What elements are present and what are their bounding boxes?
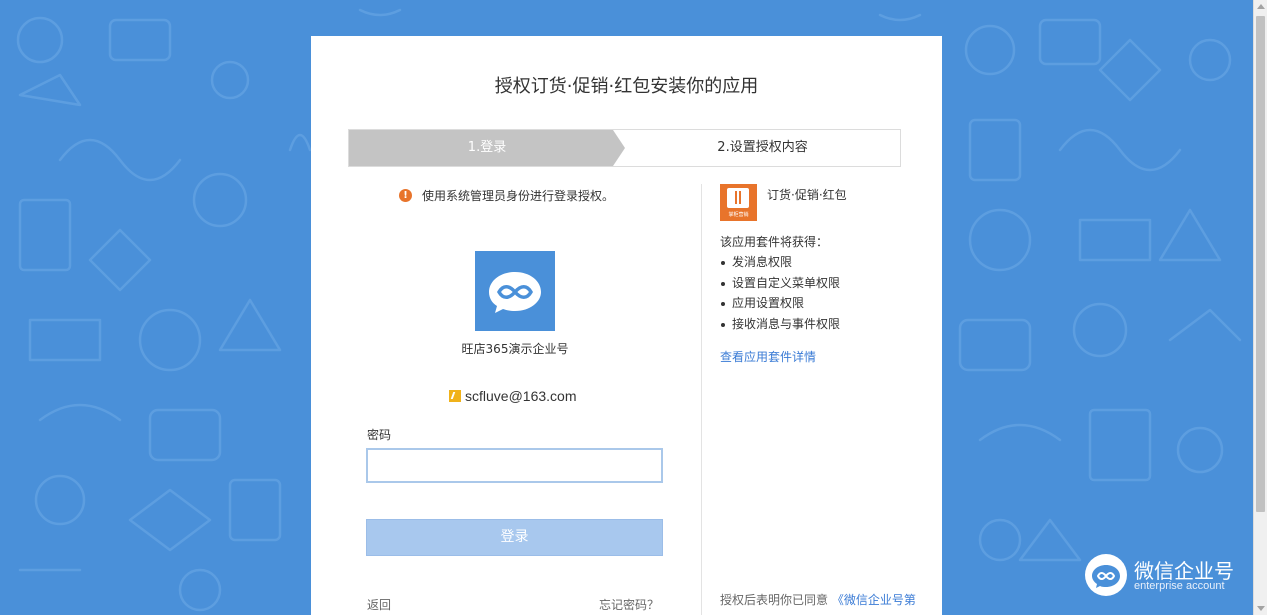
vertical-scrollbar[interactable]	[1253, 0, 1267, 615]
permission-item: 发消息权限	[720, 252, 840, 273]
agreement-link[interactable]: 《微信企业号第	[832, 593, 916, 607]
permissions-list: 发消息权限 设置自定义菜单权限 应用设置权限 接收消息与事件权限	[720, 252, 840, 334]
permission-item: 设置自定义菜单权限	[720, 273, 840, 294]
wechat-work-brand: 微信企业号 enterprise account	[1085, 553, 1235, 597]
permission-item: 应用设置权限	[720, 293, 840, 314]
step-arrow	[613, 130, 625, 166]
scroll-down-icon[interactable]	[1254, 601, 1267, 615]
app-logo-icon: 掌柜营销	[720, 184, 757, 221]
app-name: 订货·促销·红包	[767, 188, 847, 202]
scroll-thumb[interactable]	[1256, 16, 1265, 512]
permission-item: 接收消息与事件权限	[720, 314, 840, 335]
wechat-work-brand-icon	[1085, 554, 1127, 596]
step-login: 1.登录	[349, 130, 625, 166]
app-logo-caption: 掌柜营销	[728, 212, 749, 218]
admin-notice-text: 使用系统管理员身份进行登录授权。	[422, 188, 615, 203]
account-bolt-icon	[449, 390, 461, 402]
scroll-up-icon[interactable]	[1254, 0, 1267, 14]
auth-card: 授权订货·促销·红包安装你的应用 1.登录 2.设置授权内容 ! 使用系统管理员…	[311, 36, 942, 615]
agreement-text: 授权后表明你已同意	[720, 593, 829, 607]
permissions-heading: 该应用套件将获得：	[720, 235, 829, 249]
forgot-password-link[interactable]: 忘记密码？	[599, 596, 659, 613]
step-indicator: 1.登录 2.设置授权内容	[348, 129, 901, 167]
app-details-link[interactable]: 查看应用套件详情	[720, 348, 816, 365]
exclamation-circle-icon: !	[399, 188, 412, 202]
brand-subtitle: enterprise account	[1134, 580, 1225, 592]
login-button[interactable]: 登录	[366, 519, 663, 556]
password-input[interactable]	[366, 448, 663, 483]
brand-logo-graphic	[1092, 565, 1120, 588]
password-label: 密码	[367, 428, 392, 442]
account-line: scfluve@163.com	[449, 387, 576, 405]
account-email: scfluve@163.com	[465, 388, 577, 404]
wechat-work-logo-icon	[475, 251, 555, 331]
page-title: 授权订货·促销·红包安装你的应用	[494, 76, 759, 97]
corp-name: 旺店365演示企业号	[461, 342, 569, 356]
back-link[interactable]: 返回	[367, 596, 391, 613]
corp-logo-graphic	[489, 272, 541, 313]
admin-notice: ! 使用系统管理员身份进行登录授权。	[399, 187, 614, 203]
agreement-line: 授权后表明你已同意 《微信企业号第	[720, 591, 916, 608]
step-set-authorization: 2.设置授权内容	[717, 140, 808, 155]
app-logo-mark	[727, 188, 749, 208]
column-divider	[701, 184, 702, 615]
